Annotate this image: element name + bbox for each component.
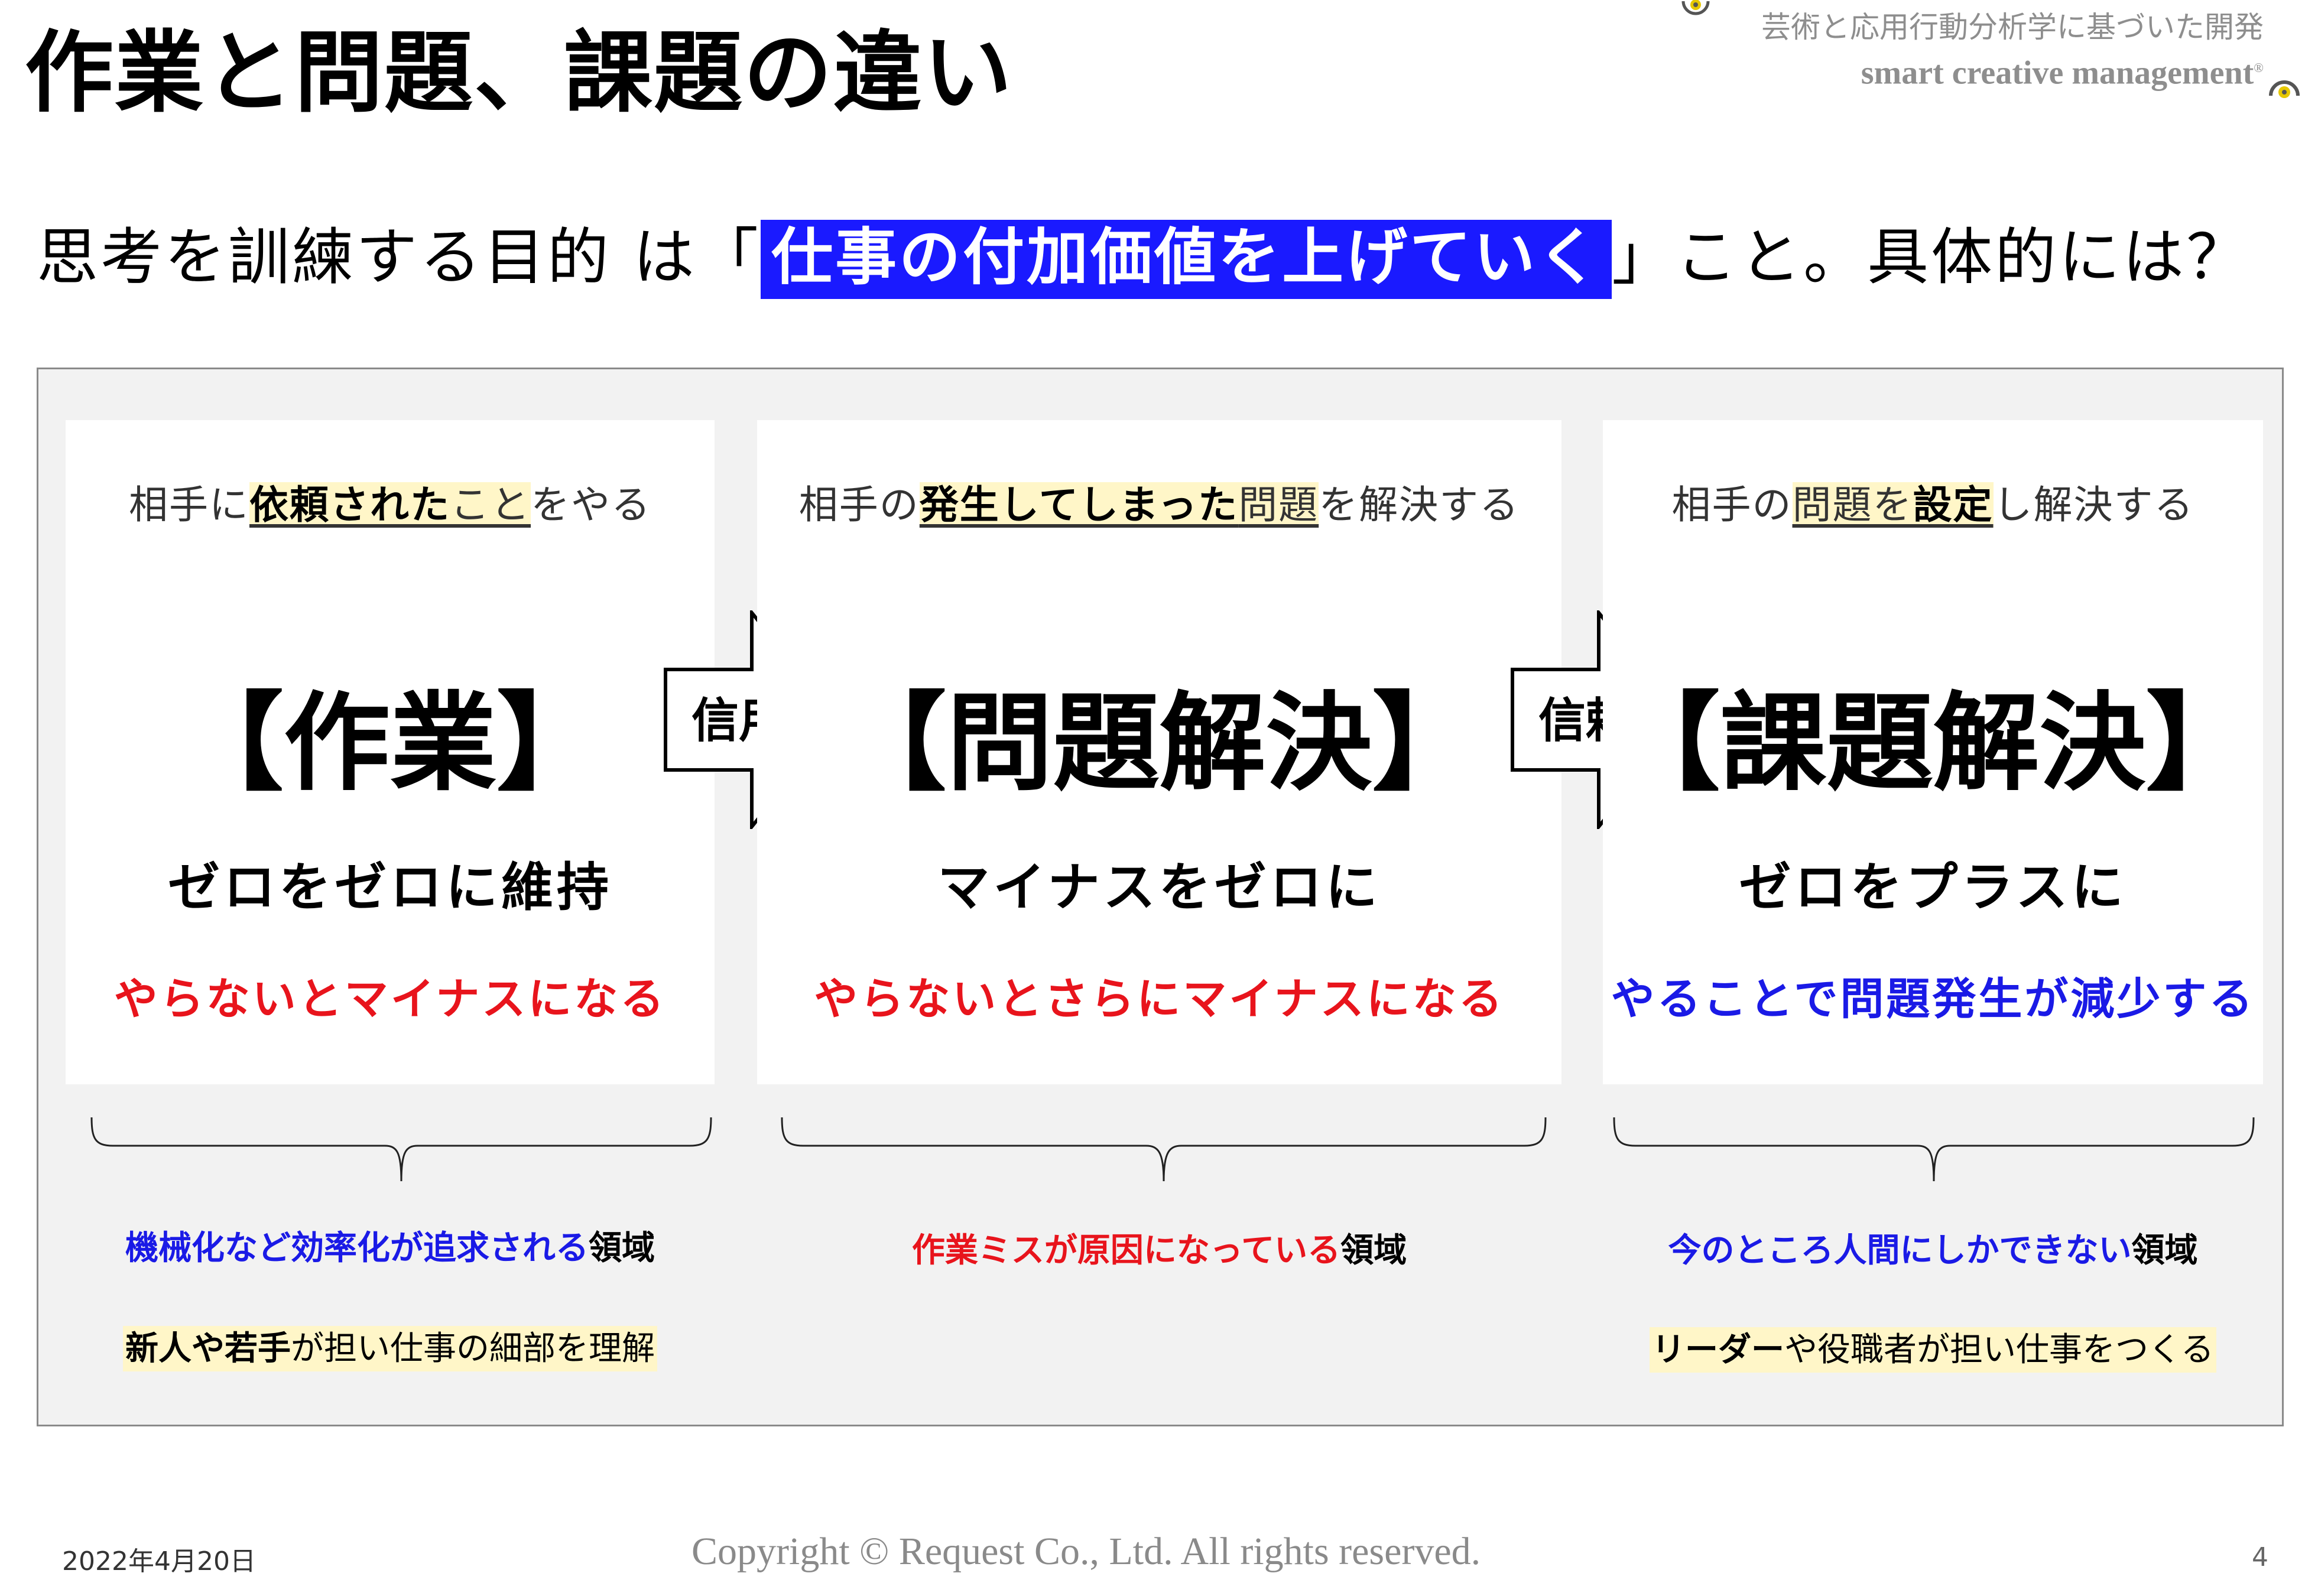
card-lead: 相手の発生してしまった問題を解決する	[798, 482, 1520, 528]
brand-block: 芸術と応用行動分析学に基づいた開発 smart creative managem…	[1761, 7, 2264, 94]
card-mondai-kaiketsu: 相手の発生してしまった問題を解決する 【問題解決】 マイナスをゼロに やらないと…	[757, 420, 1561, 1084]
card-heading: 【問題解決】	[840, 682, 1479, 805]
card-heading: 【作業】	[177, 682, 603, 805]
card-summary: ゼロをプラスに	[1739, 857, 2127, 918]
note-domain: 今のところ人間にしかできない領域	[1668, 1231, 2198, 1270]
card-consequence: やらないとマイナスになる	[113, 974, 667, 1025]
note-domain: 作業ミスが原因になっている領域	[911, 1231, 1407, 1270]
brand-tagline: 芸術と応用行動分析学に基づいた開発	[1761, 11, 2264, 44]
card-consequence: やらないとさらにマイナスになる	[814, 974, 1505, 1025]
card-sagyou: 相手に依頼されたことをやる 【作業】 ゼロをゼロに維持 やらないとマイナスになる	[66, 420, 715, 1084]
note-domain: 機械化など効率化が追求される領域	[125, 1229, 655, 1267]
brand-name: smart creative management®	[1861, 54, 2264, 92]
card-kadai-kaiketsu: 相手の問題を設定し解決する 【課題解決】 ゼロをプラスに やることで問題発生が減…	[1603, 420, 2263, 1084]
card-lead: 相手の問題を設定し解決する	[1671, 482, 2194, 528]
card-heading: 【課題解決】	[1614, 682, 2252, 805]
page-title: 作業と問題、課題の違い	[25, 22, 1014, 125]
card-consequence: やることで問題発生が減少する	[1611, 974, 2255, 1025]
brace-icon	[1613, 1117, 2255, 1182]
card-lead: 相手に依頼されたことをやる	[129, 482, 651, 528]
brace-icon	[781, 1117, 1547, 1182]
brand-mark-icon	[2269, 80, 2300, 98]
subtitle-after: 」こと。具体的には？	[1612, 221, 2251, 293]
card-summary: ゼロをゼロに維持	[167, 857, 612, 918]
footer-date: 2022年4月20日	[62, 1546, 256, 1577]
card-summary: マイナスをゼロに	[937, 857, 1381, 918]
brand-logo-icon	[1681, 0, 1710, 15]
brace-icon	[90, 1117, 712, 1182]
subtitle: 思考を訓練する目的 は「 仕事の付加価値を上げていく 」こと。具体的には？	[37, 210, 2250, 304]
note-role: リーダーや役職者が担い仕事をつくる	[1603, 1323, 2263, 1373]
comparison-panel: 相手に依頼されたことをやる 【作業】 ゼロをゼロに維持 やらないとマイナスになる…	[37, 368, 2284, 1426]
subtitle-before: 思考を訓練する目的 は「	[37, 221, 761, 293]
subtitle-highlight: 仕事の付加価値を上げていく	[761, 220, 1612, 299]
note-role: 新人や若手が担い仕事の細部を理解	[66, 1322, 715, 1371]
page-number: 4	[2252, 1542, 2268, 1572]
footer-copyright: Copyright © Request Co., Ltd. All rights…	[692, 1530, 1481, 1573]
